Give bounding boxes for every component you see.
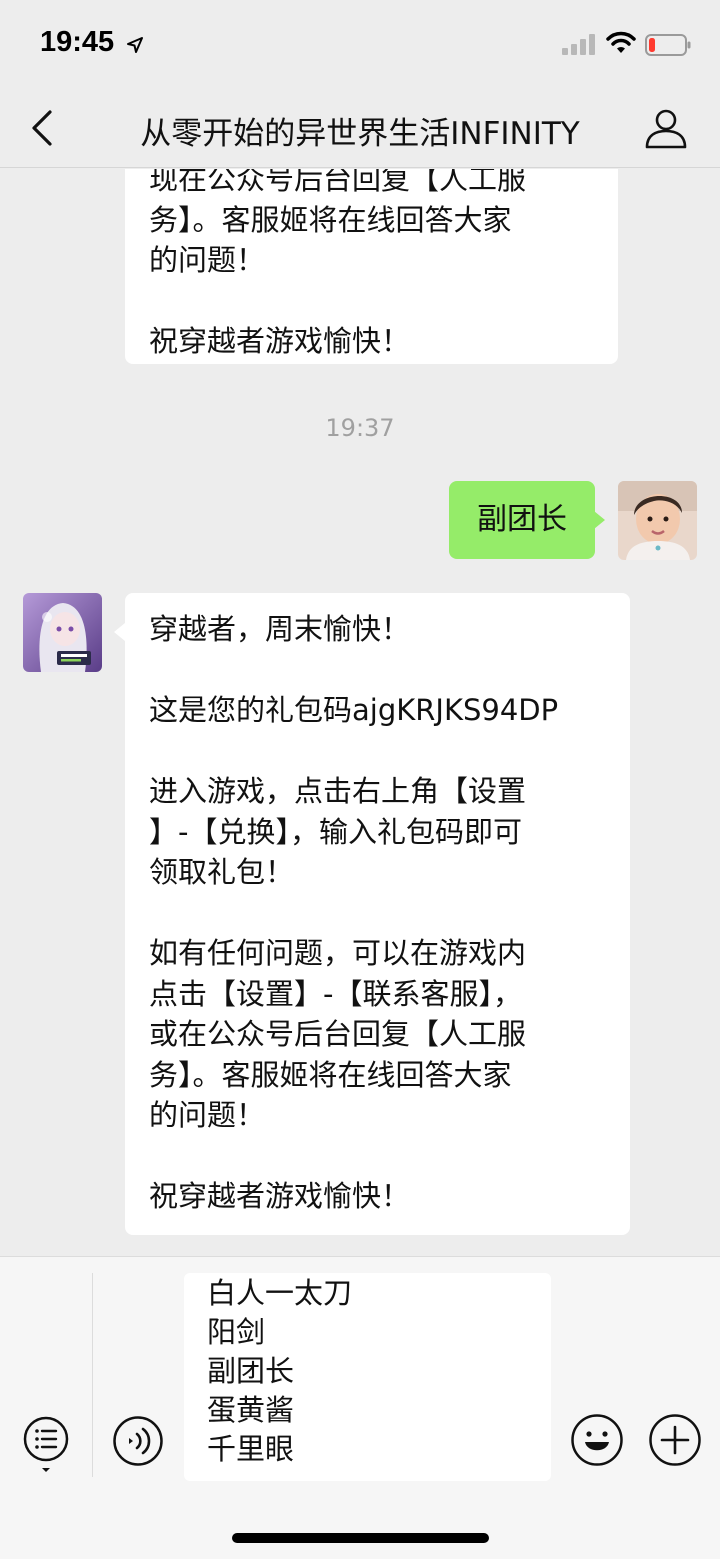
- home-indicator[interactable]: [232, 1533, 489, 1543]
- emoji-icon[interactable]: [570, 1413, 624, 1467]
- wifi-icon: [606, 31, 636, 53]
- status-time: 19:45: [40, 26, 115, 58]
- battery-low-icon: [645, 34, 691, 56]
- location-arrow-icon: [127, 37, 143, 53]
- input-divider: [92, 1273, 93, 1477]
- received-message[interactable]: 穿越者，周末愉快！ 这是您的礼包码ajgKRJKS94DP 进入游戏，点击右上角…: [125, 593, 630, 1235]
- status-bar: 19:45: [0, 0, 720, 88]
- voice-icon[interactable]: [112, 1415, 164, 1467]
- sent-bubble-tail: [594, 511, 605, 529]
- message-input[interactable]: 白人一太刀 阳剑 副团长 蛋黄酱 千里眼: [184, 1273, 551, 1481]
- sent-message[interactable]: 副团长: [449, 481, 595, 559]
- message-text: 现在公众号后台回复【人工服 务】。客服姬将在线回答大家 的问题！ 祝穿越者游戏愉…: [149, 169, 527, 358]
- nav-bar: 从零开始的异世界生活INFINITY: [0, 88, 720, 168]
- person-icon[interactable]: [644, 106, 688, 150]
- message-input-text: 白人一太刀 阳剑 副团长 蛋黄酱 千里眼: [207, 1276, 353, 1466]
- chat-area[interactable]: 现在公众号后台回复【人工服 务】。客服姬将在线回答大家 的问题！ 祝穿越者游戏愉…: [0, 169, 720, 1256]
- message-timestamp: 19:37: [325, 414, 395, 442]
- avatar-self[interactable]: [618, 481, 697, 560]
- plus-icon[interactable]: [648, 1413, 702, 1467]
- received-message-partial[interactable]: 现在公众号后台回复【人工服 务】。客服姬将在线回答大家 的问题！ 祝穿越者游戏愉…: [125, 169, 618, 364]
- avatar-game-account[interactable]: [23, 593, 102, 672]
- received-bubble-tail: [114, 623, 125, 641]
- chevron-left-icon[interactable]: [24, 108, 64, 148]
- chat-title: 从零开始的异世界生活INFINITY: [140, 116, 580, 152]
- input-bar: 白人一太刀 阳剑 副团长 蛋黄酱 千里眼: [0, 1256, 720, 1559]
- message-text: 穿越者，周末愉快！ 这是您的礼包码ajgKRJKS94DP 进入游戏，点击右上角…: [149, 612, 559, 1213]
- list-menu-icon[interactable]: [22, 1415, 70, 1473]
- signal-icon: [562, 34, 595, 55]
